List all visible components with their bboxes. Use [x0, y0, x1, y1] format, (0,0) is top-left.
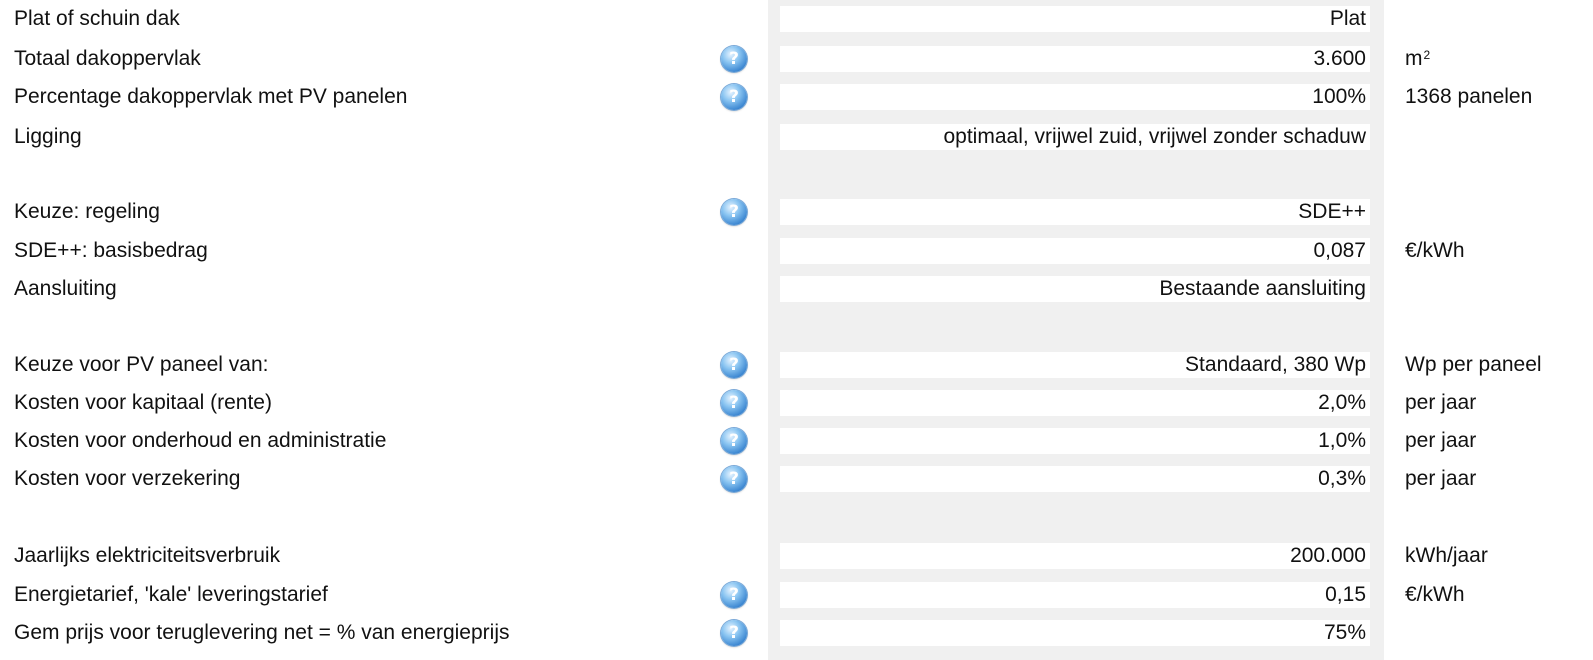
label-roof-area: Totaal dakoppervlak: [14, 47, 201, 70]
row-subsidy-scheme: Keuze: regeling ? SDE++: [0, 197, 1593, 227]
label-base-amount: SDE++: basisbedrag: [14, 239, 208, 262]
roof-type-select[interactable]: Plat: [780, 6, 1370, 32]
question-help-icon[interactable]: ?: [721, 46, 747, 72]
label-roof-type: Plat of schuin dak: [14, 7, 180, 30]
row-capital-cost: Kosten voor kapitaal (rente) ? 2,0% per …: [0, 388, 1593, 418]
question-help-icon[interactable]: ?: [721, 582, 747, 608]
label-insurance-cost: Kosten voor verzekering: [14, 467, 241, 490]
label-connection: Aansluiting: [14, 277, 117, 300]
question-help-icon[interactable]: ?: [721, 428, 747, 454]
unit-maintenance-cost: per jaar: [1405, 429, 1477, 452]
capital-cost-input[interactable]: 2,0%: [780, 390, 1370, 416]
feed-in-price-input[interactable]: 75%: [780, 620, 1370, 646]
question-help-icon[interactable]: ?: [721, 390, 747, 416]
row-orientation: Ligging optimaal, vrijwel zuid, vrijwel …: [0, 122, 1593, 152]
unit-pv-panel: Wp per paneel: [1405, 353, 1542, 376]
orientation-select[interactable]: optimaal, vrijwel zuid, vrijwel zonder s…: [780, 124, 1370, 150]
pv-panel-select[interactable]: Standaard, 380 Wp: [780, 352, 1370, 378]
row-maintenance-cost: Kosten voor onderhoud en administratie ?…: [0, 426, 1593, 456]
row-energy-tariff: Energietarief, 'kale' leveringstarief ? …: [0, 580, 1593, 610]
unit-base-amount: €/kWh: [1405, 239, 1465, 262]
row-pv-percentage: Percentage dakoppervlak met PV panelen ?…: [0, 82, 1593, 112]
label-annual-consumption: Jaarlijks elektriciteitsverbruik: [14, 544, 281, 567]
row-roof-type: Plat of schuin dak Plat: [0, 4, 1593, 34]
unit-roof-area-base: m: [1405, 47, 1423, 70]
row-base-amount: SDE++: basisbedrag 0,087 €/kWh: [0, 236, 1593, 266]
unit-annual-consumption: kWh/jaar: [1405, 544, 1488, 567]
row-annual-consumption: Jaarlijks elektriciteitsverbruik 200.000…: [0, 541, 1593, 571]
label-capital-cost: Kosten voor kapitaal (rente): [14, 391, 272, 414]
insurance-cost-input[interactable]: 0,3%: [780, 466, 1370, 492]
label-feed-in-price: Gem prijs voor teruglevering net = % van…: [14, 621, 510, 644]
unit-roof-area: m2: [1405, 44, 1430, 74]
unit-energy-tariff: €/kWh: [1405, 583, 1465, 606]
row-roof-area: Totaal dakoppervlak ? 3.600 m2: [0, 44, 1593, 74]
label-pv-panel: Keuze voor PV paneel van:: [14, 353, 269, 376]
row-connection: Aansluiting Bestaande aansluiting: [0, 274, 1593, 304]
label-energy-tariff: Energietarief, 'kale' leveringstarief: [14, 583, 328, 606]
base-amount-input[interactable]: 0,087: [780, 238, 1370, 264]
roof-area-input[interactable]: 3.600: [780, 46, 1370, 72]
label-pv-percentage: Percentage dakoppervlak met PV panelen: [14, 85, 408, 108]
question-help-icon[interactable]: ?: [721, 466, 747, 492]
maintenance-cost-input[interactable]: 1,0%: [780, 428, 1370, 454]
row-feed-in-price: Gem prijs voor teruglevering net = % van…: [0, 618, 1593, 648]
label-subsidy-scheme: Keuze: regeling: [14, 200, 160, 223]
label-orientation: Ligging: [14, 125, 82, 148]
question-help-icon[interactable]: ?: [721, 84, 747, 110]
unit-panel-count: 1368 panelen: [1405, 85, 1533, 108]
label-maintenance-cost: Kosten voor onderhoud en administratie: [14, 429, 387, 452]
subsidy-scheme-select[interactable]: SDE++: [780, 199, 1370, 225]
connection-select[interactable]: Bestaande aansluiting: [780, 276, 1370, 302]
unit-insurance-cost: per jaar: [1405, 467, 1477, 490]
question-help-icon[interactable]: ?: [721, 199, 747, 225]
question-help-icon[interactable]: ?: [721, 352, 747, 378]
row-pv-panel: Keuze voor PV paneel van: ? Standaard, 3…: [0, 350, 1593, 380]
pv-percentage-input[interactable]: 100%: [780, 84, 1370, 110]
annual-consumption-input[interactable]: 200.000: [780, 543, 1370, 569]
question-help-icon[interactable]: ?: [721, 620, 747, 646]
unit-capital-cost: per jaar: [1405, 391, 1477, 414]
energy-tariff-input[interactable]: 0,15: [780, 582, 1370, 608]
row-insurance-cost: Kosten voor verzekering ? 0,3% per jaar: [0, 464, 1593, 494]
unit-roof-area-superscript: 2: [1423, 48, 1431, 62]
